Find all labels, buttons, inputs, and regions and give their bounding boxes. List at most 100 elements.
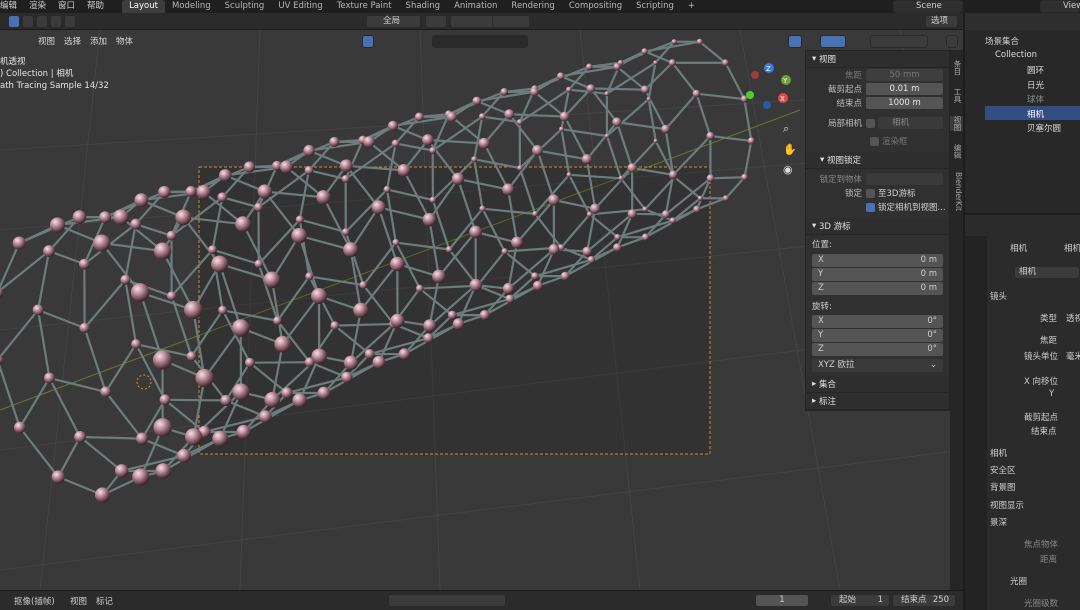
safe-area-panel[interactable]: 安全区 [990,464,1016,476]
start-frame-field[interactable]: 起始 1 [830,594,890,607]
cursor-loc-x[interactable]: X0 m [812,254,943,267]
proportional-edit[interactable] [492,15,530,28]
timeline-view-menu[interactable]: 视图 [70,595,87,607]
tab-animation[interactable]: Animation [447,0,504,13]
atom [94,487,111,503]
outliner-item-camera[interactable]: 相机 [1027,108,1044,120]
tab-uv-editing[interactable]: UV Editing [271,0,329,13]
tab-scripting[interactable]: Scripting [629,0,681,13]
props-camera-tab-2[interactable]: 相机 [1064,242,1080,254]
zoom-icon[interactable]: ⌕ [783,122,789,135]
local-camera-checkbox[interactable] [866,118,875,128]
tab-view[interactable]: 视图 [950,116,963,131]
pivot-dropdown[interactable] [425,15,447,28]
panel-3d-cursor-header[interactable]: ▾ 3D 游标 [806,218,949,235]
menu-window[interactable]: 窗口 [52,0,81,13]
camera-view-icon[interactable]: ◉ [783,163,793,176]
atom [432,269,446,284]
lens-panel[interactable]: 镜头 [990,290,1007,302]
tab-edit[interactable]: 编辑 [950,144,963,159]
select-box-icon[interactable] [8,15,20,28]
scene-collection[interactable]: 场景集合 [985,35,1019,47]
atom [517,165,523,171]
lock-cursor-checkbox[interactable] [866,188,875,198]
select-subtract-icon[interactable] [36,15,48,28]
cursor-loc-y[interactable]: Y0 m [812,268,943,281]
tab-blenderkit[interactable]: BlenderKit [950,172,963,211]
gizmo-toggle[interactable] [788,35,802,48]
header-menu-add[interactable]: 添加 [90,35,107,47]
viewport-search-field[interactable] [432,35,528,48]
transform-orientation[interactable]: 全局 [366,15,421,28]
outliner-item-sun[interactable]: 日光 [1027,79,1044,91]
aperture-panel[interactable]: 光圈 [1010,575,1027,587]
atom [208,245,218,255]
header-menu-object[interactable]: 物体 [116,35,133,47]
end-frame-field[interactable]: 结束点 250 [892,594,956,607]
local-camera-field[interactable]: 相机 [878,117,943,129]
lock-camera-checkbox[interactable] [866,202,875,212]
menu-help[interactable]: 帮助 [81,0,110,13]
outliner-item-bezier[interactable]: 贝塞尔圆 [1027,122,1061,134]
select-invert-icon[interactable] [50,15,62,28]
outliner-collection[interactable]: Collection [995,50,1037,60]
options-dropdown[interactable]: 选项 [925,15,958,28]
menu-render[interactable]: 渲染 [23,0,52,13]
cursor-loc-z[interactable]: Z0 m [812,282,943,295]
cursor-rot-y[interactable]: Y 0° [812,329,943,342]
atom [501,248,509,255]
select-extend-icon[interactable] [22,15,34,28]
lens-unit-value[interactable]: 毫米 [1066,350,1080,362]
menu-edit[interactable]: 编辑 [0,0,23,13]
header-menu-view[interactable]: 视图 [38,35,55,47]
pause-render-button[interactable] [946,35,958,48]
tab-item[interactable]: 条目 [950,60,963,75]
clip-start-field[interactable]: 0.01 m [866,83,943,95]
render-region-checkbox[interactable] [870,136,879,146]
panel-collection-header[interactable]: ▸ 集合 [806,376,949,393]
keying-mode[interactable]: 抠像(插帧) [14,595,55,607]
view-layer-selector[interactable]: View [1040,0,1080,13]
rotation-mode-dropdown[interactable]: XYZ 欧拉 ⌄ [812,359,943,372]
panel-view-header[interactable]: ▾ 视图 [806,51,949,68]
panel-annotation-header[interactable]: ▸ 标注 [806,393,949,410]
add-workspace-button[interactable]: + [681,0,702,13]
snap-toggle[interactable] [450,15,498,28]
overlay-toggle[interactable] [820,35,846,48]
current-frame-field[interactable]: 1 [755,594,809,607]
dof-panel[interactable]: 景深 [990,516,1007,528]
cursor-rot-z[interactable]: Z 0° [812,343,943,356]
atom [134,193,149,208]
header-menu-select[interactable]: 选择 [64,35,81,47]
tab-texture-paint[interactable]: Texture Paint [330,0,399,13]
tab-shading[interactable]: Shading [399,0,448,13]
props-camera-tab[interactable]: 相机 [1010,242,1027,254]
atom [304,165,314,175]
scene-selector[interactable]: Scene [893,0,963,13]
outliner-item-sphere[interactable]: 球体 [1027,93,1044,105]
panel-view-lock-header[interactable]: ▾ 视图锁定 [806,152,949,169]
tab-compositing[interactable]: Compositing [562,0,629,13]
viewport-display-panel[interactable]: 视图显示 [990,499,1024,511]
select-intersect-icon[interactable] [64,15,76,28]
outliner-item-torus[interactable]: 圆环 [1027,64,1044,76]
tab-layout[interactable]: Layout [122,0,165,13]
type-value[interactable]: 透视 [1066,312,1080,324]
focal-field[interactable]: 50 mm [866,69,943,81]
pan-icon[interactable]: ✋ [783,143,797,156]
bg-image-panel[interactable]: 背景图 [990,481,1016,493]
atom [136,432,149,445]
camera-data-field[interactable]: 相机 [1014,266,1080,279]
shading-modes[interactable] [870,35,928,48]
tab-modeling[interactable]: Modeling [165,0,218,13]
cursor-rot-x[interactable]: X 0° [812,315,943,328]
tab-sculpting[interactable]: Sculpting [218,0,272,13]
tab-rendering[interactable]: Rendering [504,0,561,13]
timeline-marker-menu[interactable]: 标记 [96,595,113,607]
playback-controls[interactable] [388,594,506,607]
tab-tool[interactable]: 工具 [950,88,963,103]
filter-toggle[interactable] [362,35,374,48]
clip-end-field[interactable]: 1000 m [866,97,943,109]
lock-object-field[interactable] [866,173,943,185]
camera-panel[interactable]: 相机 [990,447,1007,459]
